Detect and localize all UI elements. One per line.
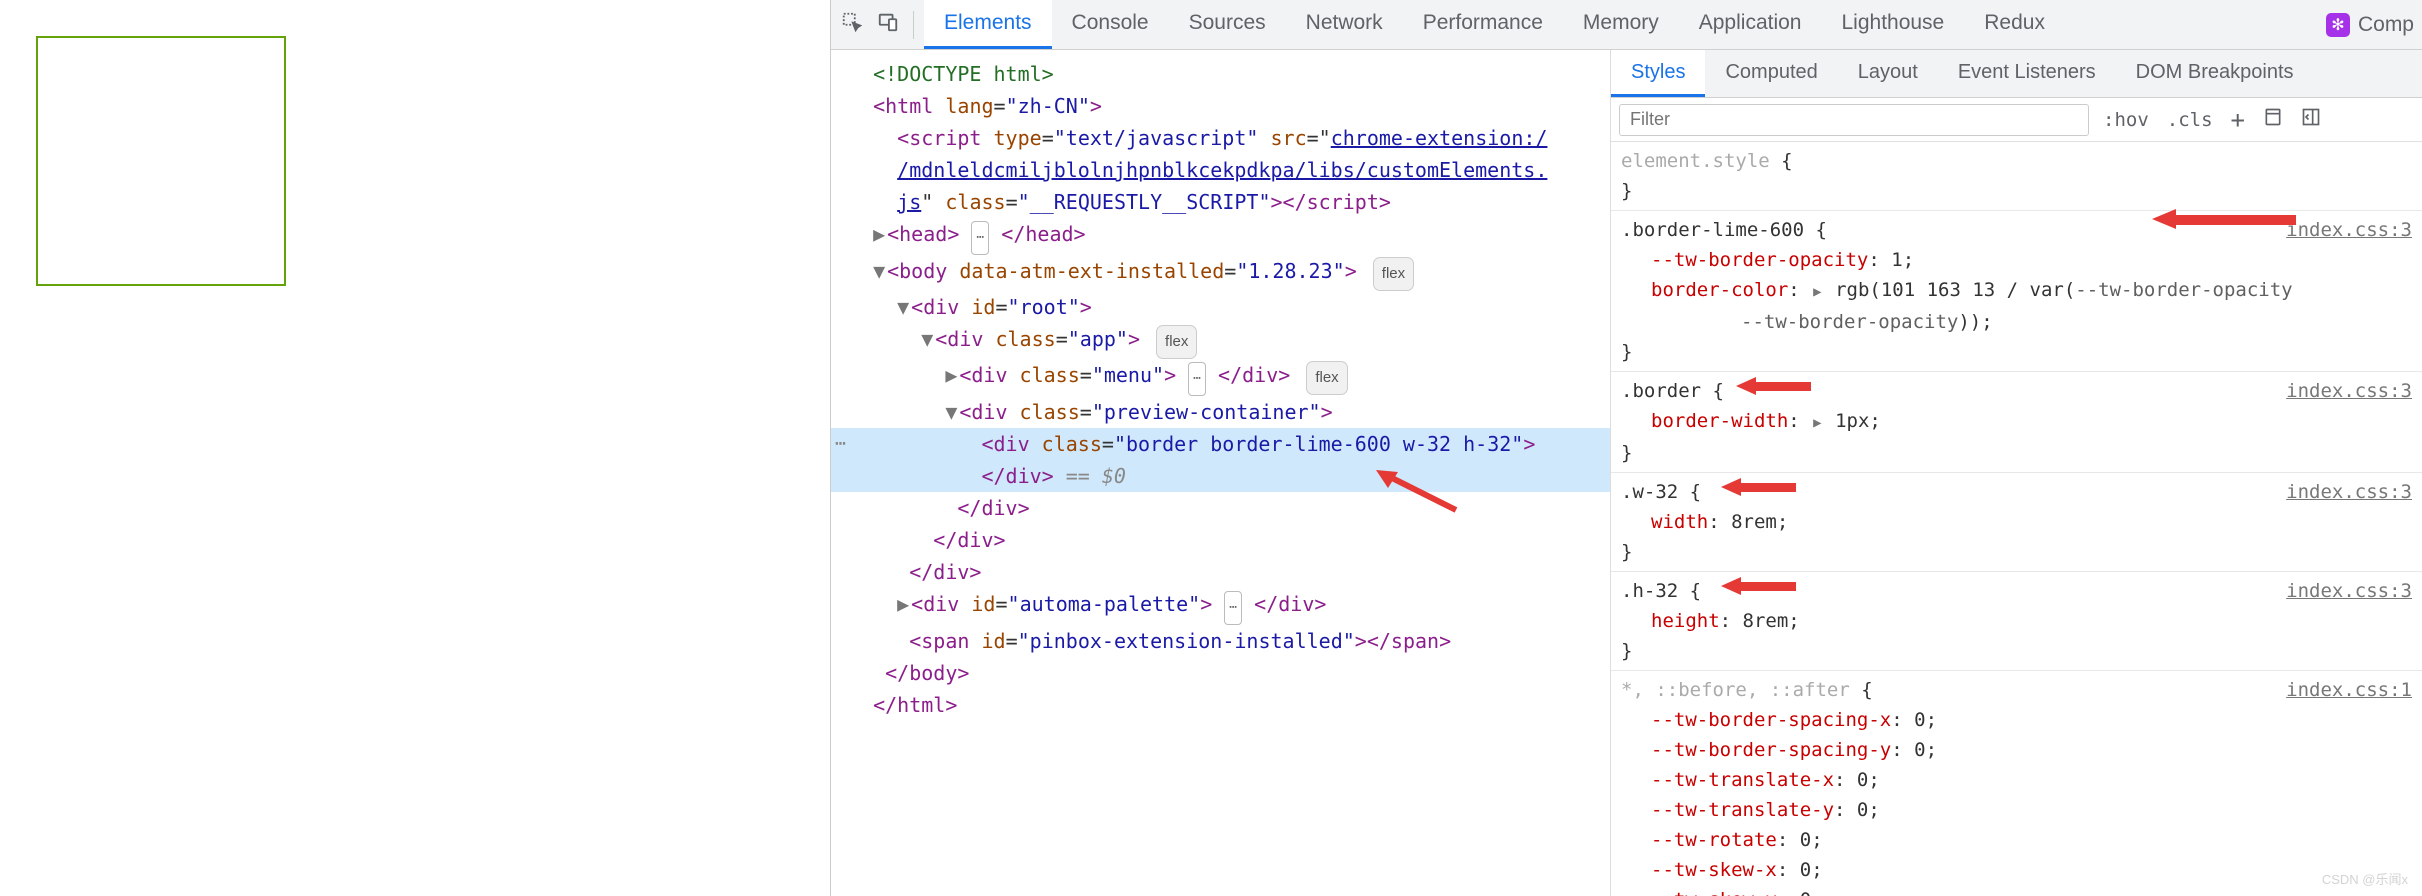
- styles-panel: Styles Computed Layout Event Listeners D…: [1611, 50, 2422, 896]
- flex-badge[interactable]: flex: [1306, 361, 1347, 395]
- main-tab-list: Elements Console Sources Network Perform…: [924, 0, 2065, 49]
- device-toggle-icon[interactable]: [877, 11, 899, 39]
- flex-badge[interactable]: flex: [1373, 257, 1414, 291]
- tab-application[interactable]: Application: [1679, 0, 1822, 49]
- collapsed-icon[interactable]: ⋯: [971, 221, 989, 255]
- extension-icon[interactable]: ✻: [2326, 13, 2350, 37]
- new-style-icon[interactable]: +: [2227, 106, 2249, 134]
- dom-doctype: <!DOCTYPE html>: [873, 62, 1054, 86]
- source-link[interactable]: index.css:1: [2286, 675, 2412, 705]
- side-tab-event-listeners[interactable]: Event Listeners: [1938, 50, 2116, 97]
- flex-badge[interactable]: flex: [1156, 325, 1197, 359]
- bordered-square: [36, 36, 286, 286]
- inspect-icon[interactable]: [841, 11, 863, 39]
- filter-input[interactable]: [1619, 104, 2089, 136]
- side-tab-styles[interactable]: Styles: [1611, 50, 1705, 97]
- page-preview: [0, 0, 830, 896]
- selected-dom-node[interactable]: ⋯ <div class="border border-lime-600 w-3…: [831, 428, 1610, 460]
- elements-panel[interactable]: <!DOCTYPE html> <html lang="zh-CN"> <scr…: [831, 50, 1611, 896]
- side-tab-computed[interactable]: Computed: [1705, 50, 1837, 97]
- tab-redux[interactable]: Redux: [1964, 0, 2065, 49]
- tab-lighthouse[interactable]: Lighthouse: [1821, 0, 1964, 49]
- tab-sources[interactable]: Sources: [1169, 0, 1286, 49]
- annotation-arrow-icon: [2152, 205, 2302, 250]
- panel-toggle-icon[interactable]: [2297, 107, 2325, 132]
- tab-network[interactable]: Network: [1286, 0, 1403, 49]
- devtools-toolbar: Elements Console Sources Network Perform…: [831, 0, 2422, 50]
- tab-memory[interactable]: Memory: [1563, 0, 1679, 49]
- devtools: Elements Console Sources Network Perform…: [830, 0, 2422, 896]
- tab-performance[interactable]: Performance: [1403, 0, 1563, 49]
- styles-filter-bar: :hov .cls +: [1611, 98, 2422, 142]
- side-tab-list: Styles Computed Layout Event Listeners D…: [1611, 50, 2422, 98]
- source-link[interactable]: index.css:3: [2286, 477, 2412, 507]
- cls-button[interactable]: .cls: [2163, 109, 2217, 131]
- tab-components[interactable]: Comp: [2358, 13, 2414, 37]
- device-frame-icon[interactable]: [2259, 107, 2287, 132]
- source-link[interactable]: index.css:3: [2286, 215, 2412, 245]
- tab-elements[interactable]: Elements: [924, 0, 1052, 49]
- side-tab-dom-breakpoints[interactable]: DOM Breakpoints: [2116, 50, 2314, 97]
- source-link[interactable]: index.css:3: [2286, 576, 2412, 606]
- hov-button[interactable]: :hov: [2099, 109, 2153, 131]
- side-tab-layout[interactable]: Layout: [1838, 50, 1938, 97]
- tab-console[interactable]: Console: [1052, 0, 1169, 49]
- source-link[interactable]: index.css:3: [2286, 376, 2412, 406]
- script-src-link[interactable]: chrome-extension:/: [1331, 126, 1548, 150]
- styles-rules[interactable]: element.style { } index.css:3 .border-li…: [1611, 142, 2422, 896]
- watermark: CSDN @乐闻x: [2322, 869, 2408, 888]
